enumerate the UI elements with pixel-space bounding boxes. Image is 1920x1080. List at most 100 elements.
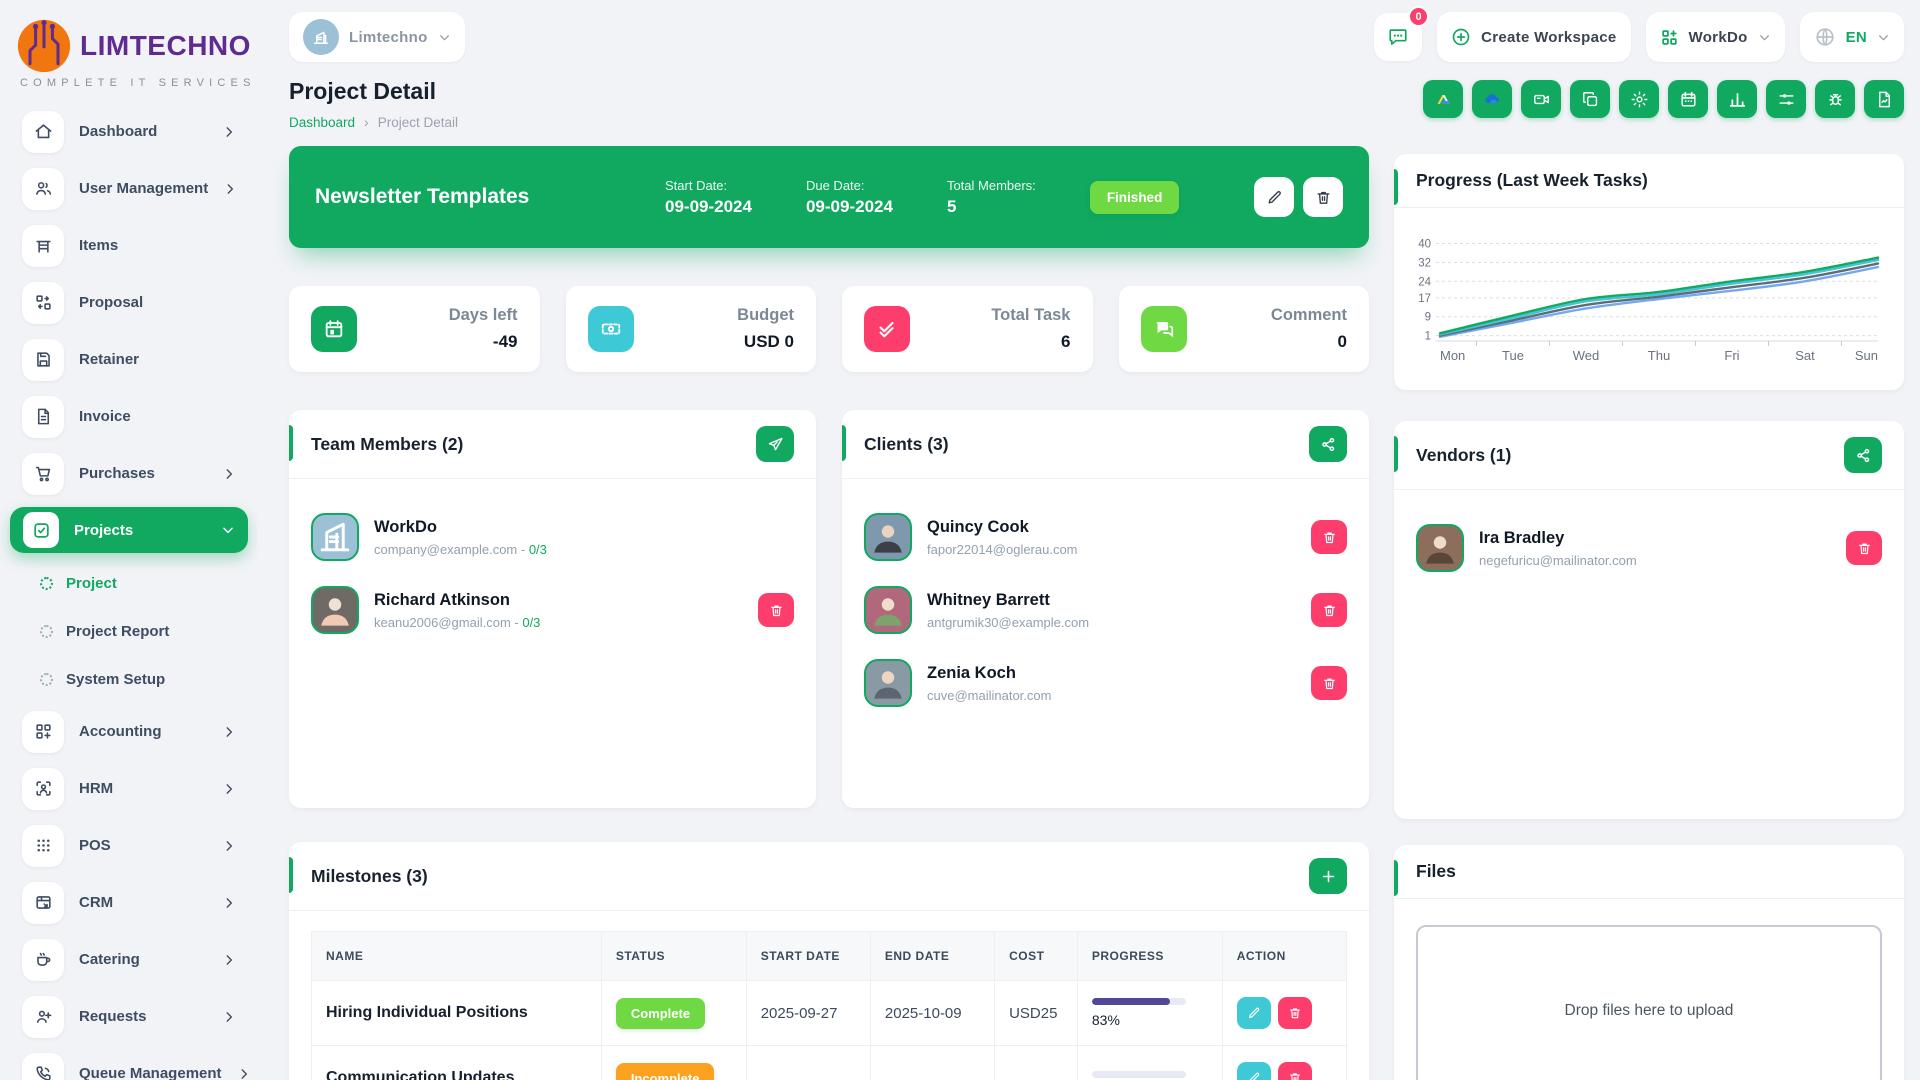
file-chart-icon — [1875, 90, 1894, 109]
delete-vendor-button[interactable] — [1846, 531, 1882, 565]
phone-icon — [22, 1053, 64, 1080]
brand-logo: LIMTECHNO COMPLETE IT SERVICES — [0, 12, 258, 93]
sidebar-item-catering[interactable]: Catering — [0, 931, 258, 988]
svg-text:Sun: Sun — [1855, 348, 1878, 363]
brand-logo-icon — [16, 18, 72, 74]
save-icon — [22, 339, 64, 381]
topbar: Limtechno 0 Create Workspace WorkDo — [289, 0, 1904, 64]
progress-bar — [1092, 1071, 1186, 1078]
svg-text:40: 40 — [1418, 238, 1431, 250]
bug-button[interactable] — [1815, 80, 1855, 118]
sidebar-item-crm[interactable]: CRM — [0, 874, 258, 931]
delete-client-button[interactable] — [1311, 520, 1347, 554]
edit-project-button[interactable] — [1254, 177, 1294, 217]
onedrive-button[interactable] — [1472, 80, 1512, 118]
chevron-right-icon — [222, 839, 236, 853]
milestones-table: NAME STATUS START DATE END DATE COST PRO… — [311, 931, 1347, 1080]
bullet-icon — [40, 577, 53, 590]
progress-chart-card: Progress (Last Week Tasks) 4032241791Mon… — [1394, 154, 1904, 390]
invite-member-button[interactable] — [756, 426, 794, 462]
rack-icon — [22, 225, 64, 267]
sidebar-item-dashboard[interactable]: Dashboard — [0, 103, 258, 160]
progress-chart-title: Progress (Last Week Tasks) — [1416, 170, 1648, 191]
bar-chart-icon — [1728, 90, 1747, 109]
video-button[interactable] — [1521, 80, 1561, 118]
create-workspace-button[interactable]: Create Workspace — [1437, 12, 1630, 62]
chevron-right-icon — [222, 125, 236, 139]
sidebar-item-projects[interactable]: Projects — [10, 507, 248, 553]
sidebar-item-hrm[interactable]: HRM — [0, 760, 258, 817]
sidebar-item-invoice[interactable]: Invoice — [0, 388, 258, 445]
share-vendors-button[interactable] — [1844, 437, 1882, 473]
share-clients-button[interactable] — [1309, 426, 1347, 462]
language-selector[interactable]: EN — [1800, 12, 1904, 62]
dropzone-text: Drop files here to upload — [1565, 1002, 1734, 1020]
trash-icon — [1857, 541, 1872, 556]
edit-milestone-button[interactable] — [1237, 997, 1271, 1029]
sidebar-item-requests[interactable]: Requests — [0, 988, 258, 1045]
trash-icon — [1322, 676, 1337, 691]
sidebar-item-proposal[interactable]: Proposal — [0, 274, 258, 331]
progress-bar — [1092, 998, 1186, 1005]
file-dropzone[interactable]: Drop files here to upload — [1416, 925, 1882, 1080]
page-title: Project Detail — [289, 78, 458, 105]
trash-icon — [1322, 603, 1337, 618]
sidebar-item-purchases[interactable]: Purchases — [0, 445, 258, 502]
delete-milestone-button[interactable] — [1278, 1062, 1312, 1080]
sidebar-subitem-project[interactable]: Project — [0, 559, 258, 607]
dots-grid-icon — [22, 825, 64, 867]
delete-client-button[interactable] — [1311, 666, 1347, 700]
delete-member-button[interactable] — [758, 593, 794, 627]
chart-button[interactable] — [1717, 80, 1757, 118]
chevron-down-icon — [221, 523, 235, 537]
google-drive-button[interactable] — [1423, 80, 1463, 118]
breadcrumb-dashboard-link[interactable]: Dashboard — [289, 115, 355, 130]
stats-row: Days left -49 Budget USD 0 — [289, 286, 1369, 372]
grid-plus-icon — [22, 711, 64, 753]
sidebar-item-pos[interactable]: POS — [0, 817, 258, 874]
sidebar-subitem-project-report[interactable]: Project Report — [0, 607, 258, 655]
topbar-right: 0 Create Workspace WorkDo EN — [1374, 12, 1904, 62]
team-member-row: WorkDo company@example.com - 0/3 — [311, 513, 794, 561]
chevron-right-icon — [222, 896, 236, 910]
team-member-row: Richard Atkinson keanu2006@gmail.com - 0… — [311, 586, 794, 634]
timeline-button[interactable] — [1766, 80, 1806, 118]
progress-chart: 4032241791MonTueWedThuFriSatSun — [1394, 208, 1904, 387]
sidebar-item-queue-management[interactable]: Queue Management — [0, 1045, 258, 1080]
trash-icon — [1288, 1006, 1302, 1020]
sidebar-item-user-management[interactable]: User Management — [0, 160, 258, 217]
app-switcher[interactable]: WorkDo — [1646, 12, 1785, 62]
delete-milestone-button[interactable] — [1278, 997, 1312, 1029]
add-milestone-button[interactable] — [1309, 858, 1347, 894]
delete-project-button[interactable] — [1303, 177, 1343, 217]
avatar — [311, 513, 359, 561]
report-button[interactable] — [1864, 80, 1904, 118]
notification-badge: 0 — [1408, 6, 1429, 27]
calendar-button[interactable] — [1668, 80, 1708, 118]
messages-button[interactable]: 0 — [1374, 13, 1422, 61]
share-icon — [1855, 447, 1872, 464]
delete-client-button[interactable] — [1311, 593, 1347, 627]
milestones-title: Milestones (3) — [311, 866, 428, 887]
sidebar-subitem-system-setup[interactable]: System Setup — [0, 655, 258, 703]
avatar — [864, 513, 912, 561]
bullet-icon — [40, 625, 53, 638]
banner-actions — [1254, 177, 1343, 217]
calendar-icon — [1679, 90, 1698, 109]
sidebar-item-items[interactable]: Items — [0, 217, 258, 274]
svg-text:9: 9 — [1425, 312, 1431, 324]
sidebar-item-accounting[interactable]: Accounting — [0, 703, 258, 760]
sidebar-item-retainer[interactable]: Retainer — [0, 331, 258, 388]
workspace-avatar — [303, 19, 339, 55]
plus-circle-icon — [1451, 27, 1471, 47]
workspace-selector[interactable]: Limtechno — [289, 12, 465, 62]
team-members-title: Team Members (2) — [311, 434, 463, 455]
left-column: Newsletter Templates Start Date: 09-09-2… — [289, 146, 1369, 1080]
edit-milestone-button[interactable] — [1237, 1062, 1271, 1080]
right-column: Progress (Last Week Tasks) 4032241791Mon… — [1394, 146, 1904, 1080]
share-icon — [1320, 436, 1337, 453]
copy-button[interactable] — [1570, 80, 1610, 118]
milestone-status-badge: Incomplete — [616, 1063, 715, 1080]
milestone-status-badge: Complete — [616, 998, 705, 1029]
settings-button[interactable] — [1619, 80, 1659, 118]
